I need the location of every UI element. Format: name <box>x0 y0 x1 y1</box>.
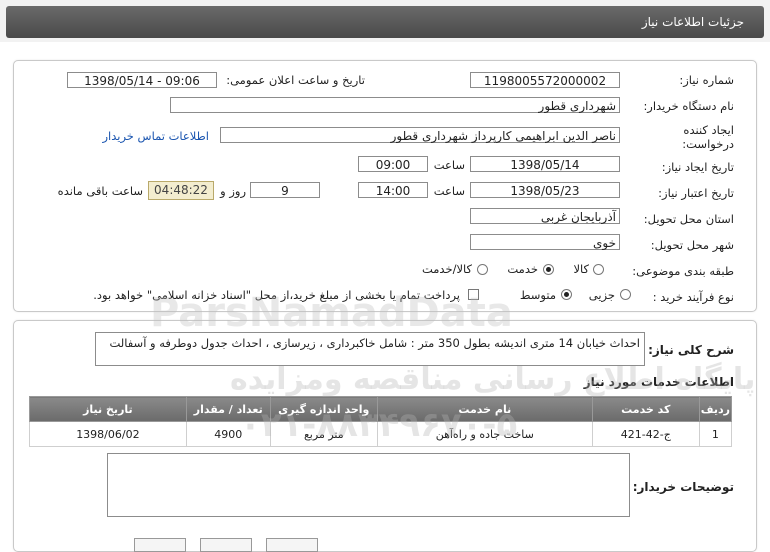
page-title: جزئیات اطلاعات نیاز <box>641 15 744 29</box>
footer-button-1[interactable] <box>134 538 186 552</box>
province-label: استان محل تحویل: <box>643 212 734 226</box>
process-radio-minor[interactable] <box>620 289 631 300</box>
cell-service-code: ج-42-421 <box>591 421 700 447</box>
treasury-payment-checkbox[interactable] <box>468 289 479 300</box>
category-radio-service[interactable] <box>543 264 554 275</box>
footer-button-3[interactable] <box>266 538 318 552</box>
validity-time-field[interactable]: 14:00 <box>358 182 428 198</box>
create-time-field[interactable]: 09:00 <box>358 156 428 172</box>
treasury-payment-text: پرداخت تمام یا بخشی از مبلغ خرید،از محل … <box>93 288 460 302</box>
category-radio-goods[interactable] <box>593 264 604 275</box>
need-number-field[interactable]: 1198005572000002 <box>470 72 620 88</box>
cell-quantity: 4900 <box>185 421 271 447</box>
services-section-title: اطلاعات خدمات مورد نیاز <box>583 375 734 389</box>
general-description-label: شرح کلی نیاز: <box>648 343 734 357</box>
services-table: ردیف کد خدمت نام خدمت واحد اندازه گیری ت… <box>29 396 733 447</box>
process-radio-medium[interactable] <box>561 289 572 300</box>
need-number-label: شماره نیاز: <box>679 73 734 87</box>
general-description-box[interactable]: احداث خیابان 14 متری اندیشه بطول 350 متر… <box>95 332 645 366</box>
cell-need-date: 1398/06/02 <box>29 421 187 447</box>
buyer-org-label: نام دستگاه خریدار: <box>643 99 734 113</box>
process-type-label: نوع فرآیند خرید : <box>652 290 734 304</box>
category-option-service: خدمت <box>507 262 538 276</box>
cell-service-name: ساخت جاده و راه‌آهن <box>376 421 593 447</box>
announce-date-label: تاریخ و ساعت اعلان عمومی: <box>226 73 365 87</box>
creator-label-line1: ایجاد کننده <box>683 123 734 137</box>
create-date-field[interactable]: 1398/05/14 <box>470 156 620 172</box>
services-table-header: ردیف کد خدمت نام خدمت واحد اندازه گیری ت… <box>29 396 733 422</box>
general-description-text: احداث خیابان 14 متری اندیشه بطول 350 متر… <box>109 336 640 350</box>
creator-field[interactable]: ناصر الدین ابراهیمی کارپرداز شهرداری قطو… <box>220 127 620 143</box>
category-radio-goods-service[interactable] <box>477 264 488 275</box>
validity-date-field[interactable]: 1398/05/23 <box>470 182 620 198</box>
validity-time-label: ساعت <box>433 184 465 198</box>
column-header-row: ردیف <box>698 396 733 422</box>
remaining-time-counter: 04:48:22 <box>148 181 214 200</box>
column-header-quantity: تعداد / مقدار <box>185 396 271 422</box>
remaining-time-label: ساعت باقی مانده <box>57 184 143 198</box>
create-time-label: ساعت <box>433 158 465 172</box>
buyer-notes-label: توضیحات خریدار: <box>632 480 734 494</box>
title-bar-background: جزئیات اطلاعات نیاز <box>6 6 764 38</box>
announce-date-field[interactable]: 1398/05/14 - 09:06 <box>67 72 217 88</box>
process-option-medium: متوسط <box>519 288 556 302</box>
process-option-minor: جزیی <box>588 288 615 302</box>
cell-unit: متر مربع <box>269 421 378 447</box>
category-option-goods-service: کالا/خدمت <box>421 262 472 276</box>
column-header-service-name: نام خدمت <box>376 396 593 422</box>
validity-date-label: تاریخ اعتبار نیاز: <box>658 186 734 200</box>
footer-button-2[interactable] <box>200 538 252 552</box>
column-header-need-date: تاریخ نیاز <box>29 396 187 422</box>
buyer-notes-box[interactable] <box>107 453 630 517</box>
buyer-contact-link[interactable]: اطلاعات تماس خریدار <box>102 129 209 143</box>
creator-label-line2: درخواست: <box>682 137 734 151</box>
category-option-goods: کالا <box>573 262 589 276</box>
table-row[interactable]: 1 ج-42-421 ساخت جاده و راه‌آهن متر مربع … <box>29 421 733 447</box>
remaining-days-field[interactable]: 9 <box>250 182 320 198</box>
title-bar: جزئیات اطلاعات نیاز <box>0 0 770 42</box>
days-label: روز و <box>220 184 246 198</box>
city-label: شهر محل تحویل: <box>650 238 734 252</box>
cell-row-number: 1 <box>698 421 733 447</box>
buyer-org-field[interactable]: شهرداری قطور <box>170 97 620 113</box>
column-header-service-code: کد خدمت <box>591 396 700 422</box>
category-label: طبقه بندی موضوعی: <box>632 264 734 278</box>
column-header-unit: واحد اندازه گیری <box>269 396 378 422</box>
city-field[interactable]: خوی <box>470 234 620 250</box>
province-field[interactable]: آذربایجان غربی <box>470 208 620 224</box>
create-date-label: تاریخ ایجاد نیاز: <box>661 160 734 174</box>
